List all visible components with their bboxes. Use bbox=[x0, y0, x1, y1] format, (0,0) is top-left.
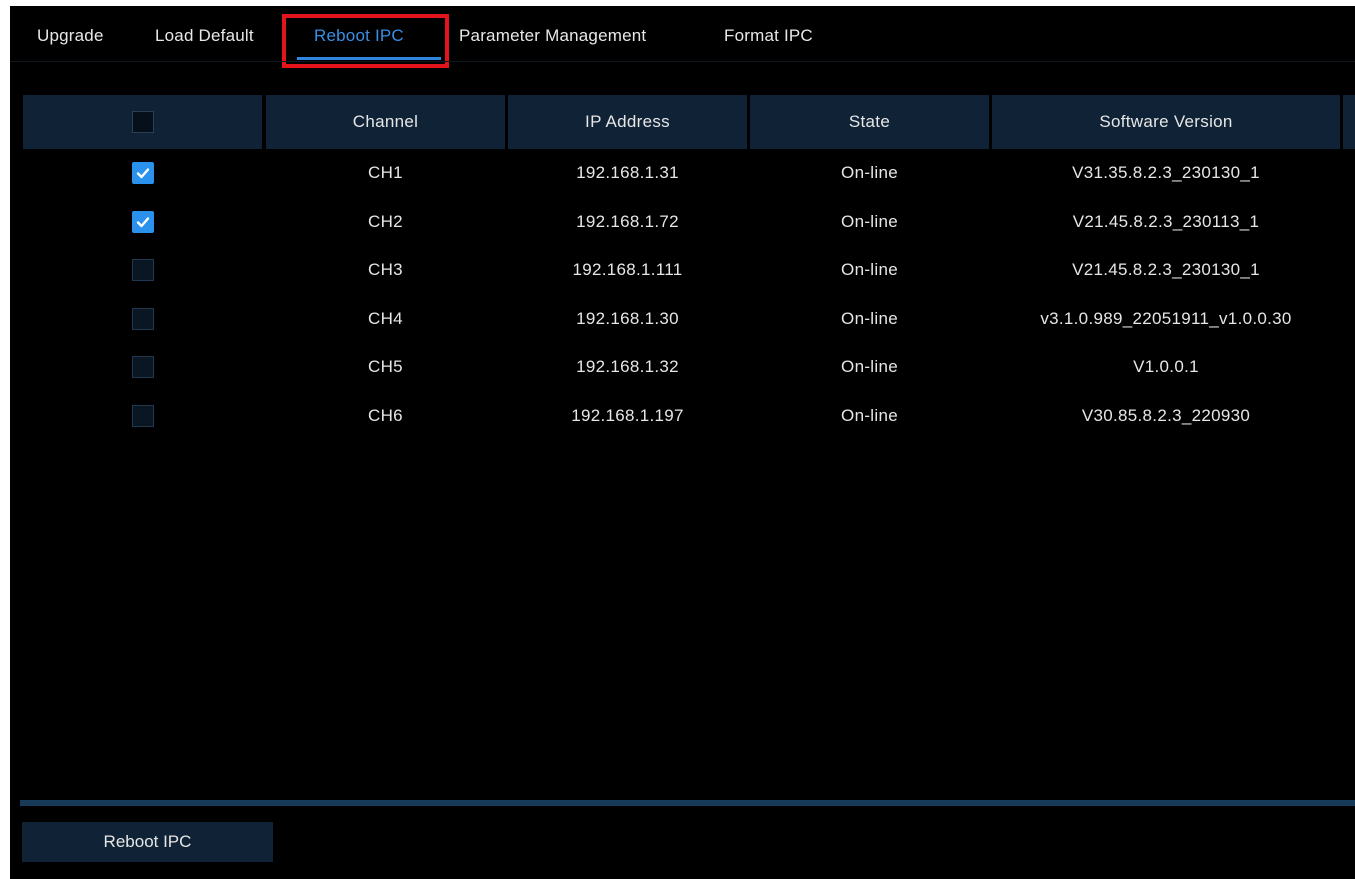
bottom-divider bbox=[20, 800, 1355, 806]
cell-ip-address: 192.168.1.111 bbox=[572, 260, 683, 279]
cell-ip-address: 192.168.1.30 bbox=[576, 308, 679, 328]
cell-software-version: v3.1.0.989_22051911_v1.0.0.30 bbox=[1040, 308, 1292, 328]
header-select-all-cell bbox=[23, 95, 262, 149]
cell-select bbox=[23, 149, 262, 197]
cell-software-version: V21.45.8.2.3_230113_1 bbox=[1072, 211, 1260, 231]
row-checkbox[interactable] bbox=[131, 162, 154, 184]
cell-select bbox=[23, 343, 262, 391]
cell-software-version: V1.0.0.1 bbox=[1133, 357, 1199, 376]
row-checkbox[interactable] bbox=[131, 210, 154, 233]
header-software-version[interactable]: Software Version bbox=[992, 95, 1340, 149]
table-row[interactable]: CH2 192.168.1.72 On-line V21.45.8.2.3_23011… bbox=[23, 198, 1355, 246]
table-header: Channel IP Address State Software Versio… bbox=[23, 95, 1355, 149]
row-checkbox[interactable] bbox=[131, 356, 154, 378]
table-row[interactable]: CH4 192.168.1.30 On-line v3.1.0.989_2205191… bbox=[23, 295, 1355, 343]
cell-select bbox=[23, 246, 262, 294]
cell-channel: CH5 bbox=[368, 357, 403, 376]
cell-ip-address: 192.168.1.31 bbox=[576, 163, 679, 182]
tab-bar-divider bbox=[10, 61, 1355, 62]
app-frame: Upgrade Load Default Reboot IPC Paramete… bbox=[0, 0, 1355, 879]
table-row[interactable]: CH5 192.168.1.32 On-line V1.0.0.1 bbox=[23, 343, 1355, 391]
table-row[interactable]: CH6 192.168.1.197 On-line V30.85.8.2.3_2209… bbox=[23, 392, 1355, 440]
cell-ip-address: 192.168.1.72 bbox=[576, 211, 679, 231]
table-row[interactable]: CH3 192.168.1.111 On-line V21.45.8.2.3_2301… bbox=[23, 246, 1355, 294]
cell-channel: CH1 bbox=[368, 163, 403, 182]
tab-upgrade[interactable]: Upgrade bbox=[37, 26, 104, 46]
row-checkbox[interactable] bbox=[131, 259, 154, 281]
select-all-checkbox[interactable] bbox=[131, 111, 154, 133]
tab-bar: Upgrade Load Default Reboot IPC Paramete… bbox=[10, 6, 1355, 68]
tab-parameter-management[interactable]: Parameter Management bbox=[459, 26, 646, 46]
cell-ip-address: 192.168.1.32 bbox=[576, 357, 679, 376]
cell-software-version: V30.85.8.2.3_220930 bbox=[1081, 405, 1251, 425]
header-extra-column bbox=[1343, 95, 1355, 149]
tab-load-default[interactable]: Load Default bbox=[155, 26, 254, 46]
row-checkbox[interactable] bbox=[131, 404, 154, 427]
cell-state: On-line bbox=[841, 308, 898, 328]
cell-select bbox=[23, 198, 262, 246]
cell-state: On-line bbox=[841, 211, 898, 231]
cell-channel: CH3 bbox=[368, 260, 403, 279]
table-row[interactable]: CH1 192.168.1.31 On-line V31.35.8.2.3_23013… bbox=[23, 149, 1355, 197]
check-icon bbox=[136, 168, 149, 179]
cell-select bbox=[23, 392, 262, 440]
row-checkbox[interactable] bbox=[131, 307, 154, 330]
cell-channel: CH6 bbox=[368, 405, 403, 425]
tab-highlight-annotation bbox=[282, 14, 449, 68]
reboot-ipc-button[interactable]: Reboot IPC bbox=[22, 822, 273, 862]
header-ip-address[interactable]: IP Address bbox=[508, 95, 747, 149]
cell-state: On-line bbox=[841, 260, 898, 279]
cell-software-version: V31.35.8.2.3_230130_1 bbox=[1072, 163, 1260, 182]
cell-ip-address: 192.168.1.197 bbox=[571, 405, 684, 425]
cell-software-version: V21.45.8.2.3_230130_1 bbox=[1072, 260, 1260, 279]
cell-channel: CH4 bbox=[368, 308, 403, 328]
tab-format-ipc[interactable]: Format IPC bbox=[724, 26, 813, 46]
cell-state: On-line bbox=[841, 405, 898, 425]
ipc-maintenance-panel: Upgrade Load Default Reboot IPC Paramete… bbox=[10, 6, 1355, 879]
cell-channel: CH2 bbox=[368, 211, 403, 231]
header-state[interactable]: State bbox=[750, 95, 989, 149]
cell-state: On-line bbox=[841, 357, 898, 376]
cell-state: On-line bbox=[841, 163, 898, 182]
check-icon bbox=[136, 216, 149, 227]
header-channel[interactable]: Channel bbox=[266, 95, 505, 149]
cell-select bbox=[23, 295, 262, 343]
